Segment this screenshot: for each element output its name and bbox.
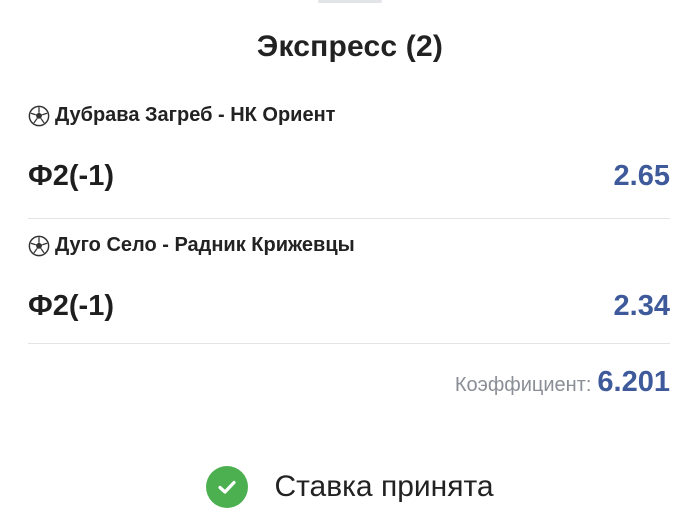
match-name: Дубрава Загреб - НК Ориент: [55, 104, 336, 126]
status-text: Ставка принята: [274, 470, 494, 503]
bet-item: Дуго Село - Радник Крижевцы Ф2(-1) 2.34: [28, 228, 670, 344]
match-row: Дубрава Загреб - НК Ориент: [28, 104, 335, 127]
check-circle-icon: [206, 466, 249, 508]
coefficient-value: 6.201: [597, 366, 670, 398]
odd-value: 2.65: [613, 160, 670, 192]
total-coefficient: Коэффициент: 6.201: [455, 366, 670, 399]
soccer-ball-icon: [28, 105, 50, 126]
bet-status: Ставка принята: [0, 466, 700, 508]
drag-handle[interactable]: [318, 0, 382, 3]
market-label: Ф2(-1): [28, 160, 114, 192]
bet-item: Дубрава Загреб - НК Ориент Ф2(-1) 2.65: [28, 98, 670, 219]
coefficient-label: Коэффициент:: [454, 374, 592, 396]
odd-value: 2.34: [613, 290, 670, 322]
page-title: Экспресс (2): [256, 30, 444, 63]
soccer-ball-icon: [28, 235, 50, 256]
match-name: Дуго Село - Радник Крижевцы: [55, 234, 355, 256]
match-row: Дуго Село - Радник Крижевцы: [28, 234, 355, 257]
market-label: Ф2(-1): [28, 290, 114, 322]
